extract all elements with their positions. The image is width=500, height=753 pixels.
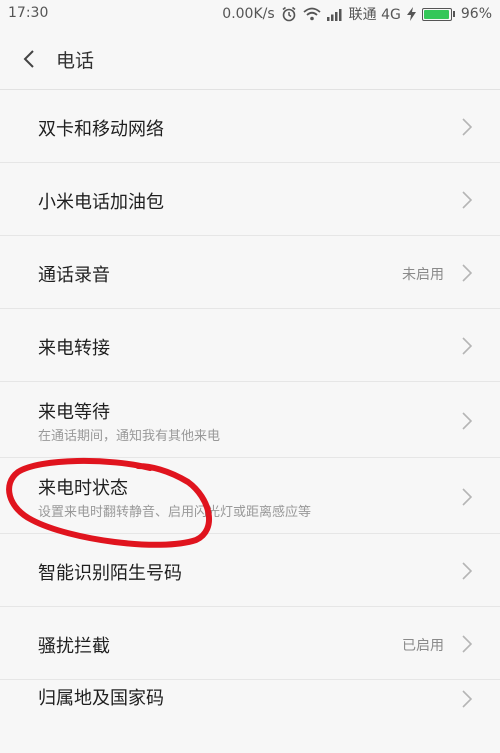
network-speed: 0.00K/s: [222, 6, 275, 22]
chevron-right-icon: [462, 118, 472, 136]
page-title: 电话: [56, 50, 95, 72]
list-item-call-forwarding[interactable]: 来电转接: [0, 309, 500, 382]
list-item-call-recording[interactable]: 通话录音 未启用: [0, 236, 500, 309]
list-item-value: 已启用: [402, 638, 444, 654]
chevron-right-icon: [462, 191, 472, 209]
list-item-incoming-call-status[interactable]: 来电时状态 设置来电时翻转静音、启用闪光灯或距离感应等: [0, 458, 500, 534]
carrier-label: 联通 4G: [348, 7, 401, 23]
list-item-title: 智能识别陌生号码: [38, 563, 182, 584]
battery-level: [423, 9, 449, 19]
battery-percent: 96%: [460, 6, 492, 22]
chevron-right-icon: [462, 264, 472, 282]
list-item-location-country-code[interactable]: 归属地及国家码: [0, 680, 500, 753]
chevron-right-icon: [462, 337, 472, 355]
title-bar: 电话: [0, 28, 500, 90]
settings-list: 双卡和移动网络 小米电话加油包 通话录音 未启用 来电转接 来电等待 在通话期间…: [0, 90, 500, 753]
list-item-title: 归属地及国家码: [38, 688, 164, 709]
chevron-left-icon: [23, 50, 34, 68]
wifi-icon: [303, 7, 321, 21]
back-button[interactable]: [12, 42, 46, 76]
list-item-title: 来电转接: [38, 338, 110, 359]
chevron-right-icon: [462, 412, 472, 430]
status-time: 17:30: [8, 5, 49, 21]
list-item-value: 未启用: [402, 267, 444, 283]
status-indicators: 0.00K/s 联通 4G 96%: [222, 3, 492, 25]
list-item-subtitle: 在通话期间，通知我有其他来电: [38, 429, 221, 444]
chevron-right-icon: [462, 635, 472, 653]
status-bar: 17:30 0.00K/s 联通 4G 96%: [0, 0, 500, 28]
list-item-call-waiting[interactable]: 来电等待 在通话期间，通知我有其他来电: [0, 382, 500, 458]
list-item-title: 来电时状态: [38, 478, 128, 499]
list-item-dual-sim[interactable]: 双卡和移动网络: [0, 90, 500, 163]
list-item-smart-caller-id[interactable]: 智能识别陌生号码: [0, 534, 500, 607]
signal-bars-icon: [326, 8, 343, 21]
chevron-right-icon: [462, 690, 472, 708]
alarm-clock-icon: [281, 6, 297, 22]
battery-icon: [421, 7, 455, 21]
chevron-right-icon: [462, 562, 472, 580]
list-item-call-package[interactable]: 小米电话加油包: [0, 163, 500, 236]
list-item-subtitle: 设置来电时翻转静音、启用闪光灯或距离感应等: [38, 505, 312, 520]
list-item-title: 双卡和移动网络: [38, 119, 164, 140]
list-item-title: 来电等待: [38, 402, 110, 423]
list-item-title: 骚扰拦截: [38, 636, 110, 657]
list-item-title: 通话录音: [38, 265, 110, 286]
list-item-title: 小米电话加油包: [38, 192, 164, 213]
chevron-right-icon: [462, 488, 472, 506]
lightning-icon: [406, 7, 416, 21]
list-item-harassment-block[interactable]: 骚扰拦截 已启用: [0, 607, 500, 680]
